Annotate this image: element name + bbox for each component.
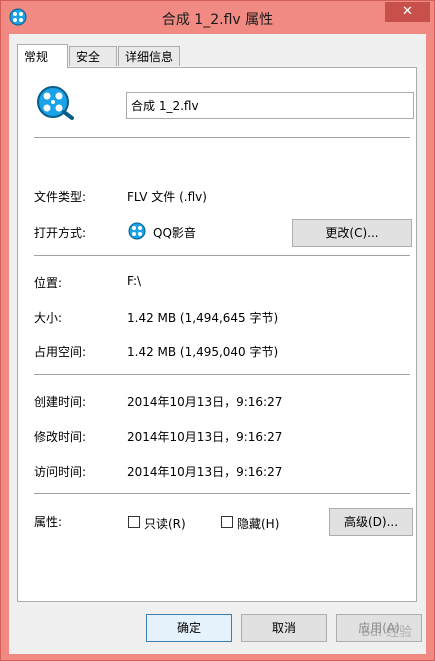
hidden-checkbox[interactable] bbox=[221, 516, 233, 528]
qq-player-file-icon bbox=[37, 86, 74, 120]
separator bbox=[34, 137, 410, 138]
separator bbox=[34, 255, 410, 256]
watermark: Bai 经验 bbox=[361, 625, 412, 640]
dialog-client: 常规 安全 详细信息 文件类型: FLV 文件 (.flv) 打开方式: bbox=[9, 34, 426, 654]
accessed-value: 2014年10月13日，9:16:27 bbox=[127, 465, 283, 479]
disk-size-value: 1.42 MB (1,495,040 字节) bbox=[127, 345, 279, 359]
open-with-label: 打开方式: bbox=[34, 226, 87, 240]
created-label: 创建时间: bbox=[34, 395, 87, 409]
tab-general[interactable]: 常规 bbox=[17, 44, 68, 68]
close-button[interactable]: ✕ bbox=[385, 2, 430, 22]
readonly-checkbox[interactable] bbox=[128, 516, 140, 528]
size-value: 1.42 MB (1,494,645 字节) bbox=[127, 311, 279, 325]
location-value: F:\ bbox=[127, 274, 142, 288]
hidden-label[interactable]: 隐藏(H) bbox=[237, 515, 279, 532]
general-panel: 文件类型: FLV 文件 (.flv) 打开方式: QQ影音 更改(C)... … bbox=[17, 67, 417, 602]
title-bar[interactable]: 合成 1_2.flv 属性 ✕ bbox=[1, 1, 434, 34]
tab-security[interactable]: 安全 bbox=[69, 46, 117, 66]
accessed-label: 访问时间: bbox=[34, 465, 87, 479]
readonly-label[interactable]: 只读(R) bbox=[144, 515, 186, 532]
separator bbox=[34, 374, 410, 375]
change-button[interactable]: 更改(C)... bbox=[292, 219, 412, 247]
cancel-button[interactable]: 取消 bbox=[241, 614, 327, 642]
file-type-label: 文件类型: bbox=[34, 190, 87, 204]
tab-details[interactable]: 详细信息 bbox=[118, 46, 180, 66]
separator bbox=[34, 493, 410, 494]
attributes-label: 属性: bbox=[34, 515, 63, 529]
open-with-value: QQ影音 bbox=[153, 226, 196, 240]
ok-button[interactable]: 确定 bbox=[146, 614, 232, 642]
filename-input[interactable] bbox=[126, 92, 414, 119]
window-title: 合成 1_2.flv 属性 bbox=[161, 12, 274, 28]
file-type-value: FLV 文件 (.flv) bbox=[127, 190, 207, 204]
size-label: 大小: bbox=[34, 311, 63, 325]
properties-window: 合成 1_2.flv 属性 ✕ 常规 安全 详细信息 文件类型: FLV 文件 … bbox=[0, 0, 435, 661]
created-value: 2014年10月13日，9:16:27 bbox=[127, 395, 283, 409]
qq-player-icon bbox=[128, 222, 146, 240]
location-label: 位置: bbox=[34, 276, 63, 290]
disk-size-label: 占用空间: bbox=[34, 345, 87, 359]
modified-value: 2014年10月13日，9:16:27 bbox=[127, 430, 283, 444]
advanced-button[interactable]: 高级(D)... bbox=[329, 508, 413, 536]
modified-label: 修改时间: bbox=[34, 430, 87, 444]
